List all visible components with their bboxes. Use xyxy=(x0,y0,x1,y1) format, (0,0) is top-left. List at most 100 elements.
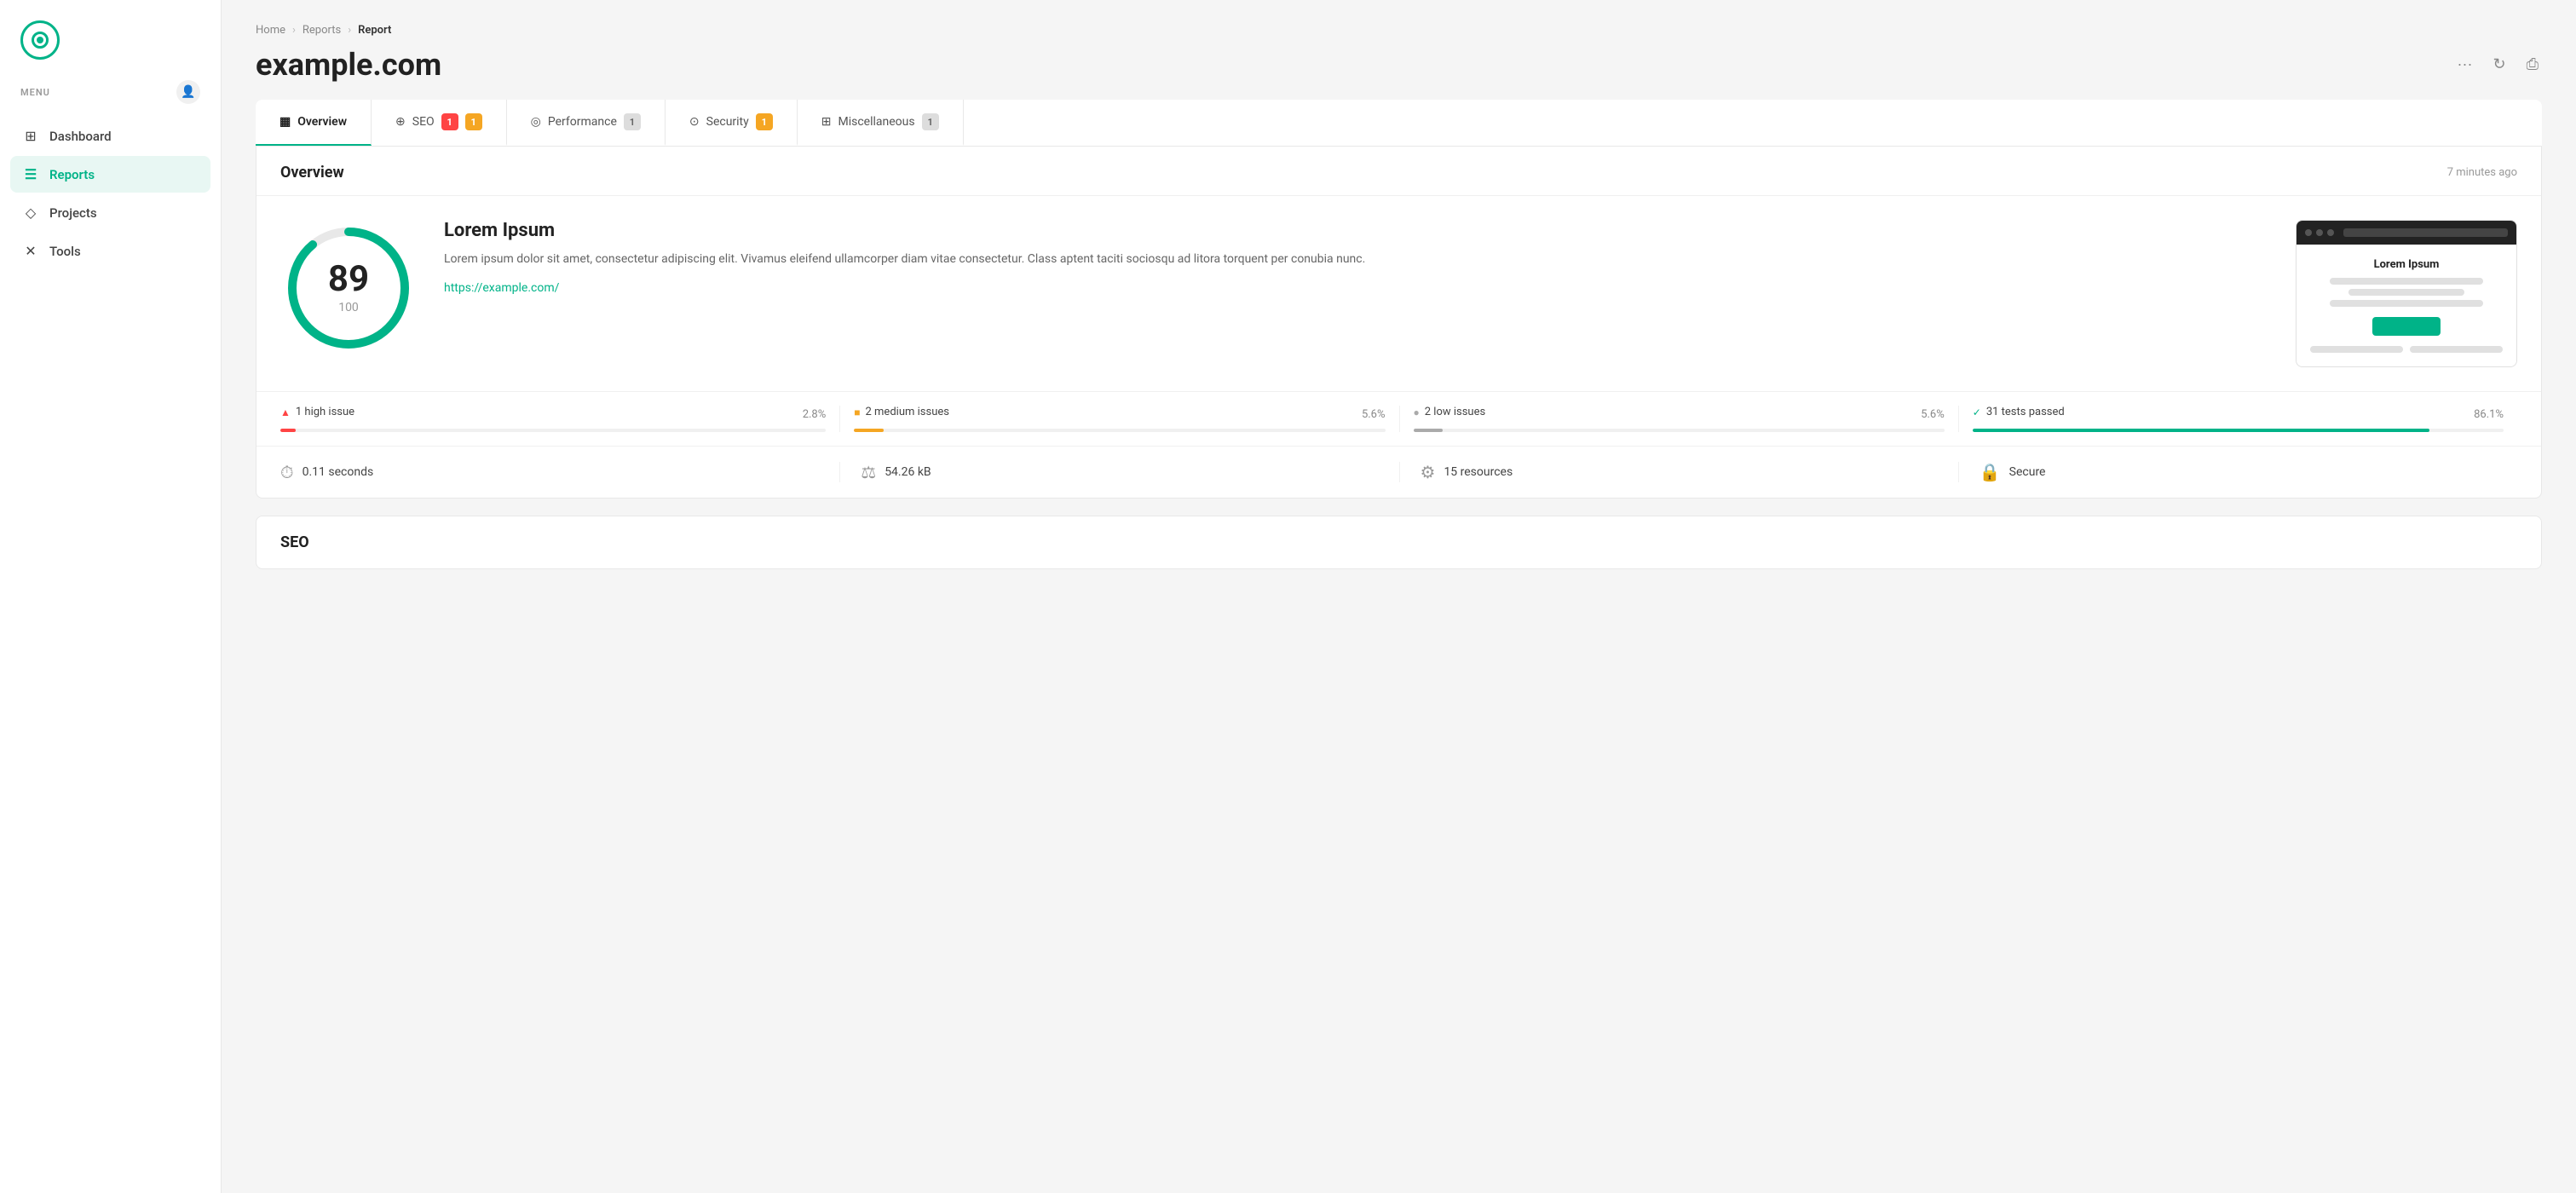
main-content: Home › Reports › Report example.com ··· … xyxy=(222,0,2576,1193)
low-issue-bar-fill xyxy=(1414,429,1444,432)
medium-issue-icon: ■ xyxy=(854,406,860,418)
overview-time: 7 minutes ago xyxy=(2447,166,2517,179)
passed-pct: 86.1% xyxy=(2474,408,2504,421)
refresh-button[interactable]: ↻ xyxy=(2490,52,2510,77)
high-issue-icon: ▲ xyxy=(280,406,291,418)
tab-performance[interactable]: ◎ Performance 1 xyxy=(507,100,666,146)
sidebar-item-label-dashboard: Dashboard xyxy=(49,129,112,144)
low-issue-label: ● 2 low issues xyxy=(1414,406,1486,418)
tools-icon: ✕ xyxy=(22,243,39,259)
medium-issue-pct: 5.6% xyxy=(1362,408,1386,421)
passed-icon: ✓ xyxy=(1973,406,1981,418)
dashboard-icon: ⊞ xyxy=(22,128,39,144)
logo xyxy=(0,0,221,73)
sidebar-item-label-tools: Tools xyxy=(49,244,81,259)
site-description: Lorem ipsum dolor sit amet, consectetur … xyxy=(444,250,2268,268)
preview-line-3 xyxy=(2330,300,2484,307)
issues-row: ▲ 1 high issue 2.8% ■ 2 medium issues 5.… xyxy=(256,391,2541,446)
medium-issue-text: 2 medium issues xyxy=(866,406,949,418)
security-badge: 1 xyxy=(756,113,773,130)
stat-size: ⚖ 54.26 kB xyxy=(839,462,1398,482)
high-issue-bar xyxy=(280,429,826,432)
overview-section-title: Overview xyxy=(280,164,344,182)
stat-size-value: 54.26 kB xyxy=(885,465,931,479)
sidebar: MENU 👤 ⊞ Dashboard ☰ Reports ◇ Projects … xyxy=(0,0,222,1193)
high-issue-pct: 2.8% xyxy=(803,408,827,421)
lock-icon: 🔒 xyxy=(1980,462,2001,482)
resources-icon: ⚙ xyxy=(1421,462,1436,482)
stat-resources-value: 15 resources xyxy=(1444,465,1513,479)
sidebar-item-label-reports: Reports xyxy=(49,167,95,182)
tab-overview[interactable]: ▦ Overview xyxy=(256,100,372,146)
sidebar-nav: ⊞ Dashboard ☰ Reports ◇ Projects ✕ Tools xyxy=(0,118,221,269)
score-max: 100 xyxy=(328,301,369,314)
timer-icon: ⏱ xyxy=(280,462,294,482)
low-issues: ● 2 low issues 5.6% xyxy=(1399,406,1958,432)
medium-issue-bar-fill xyxy=(854,429,884,432)
sidebar-item-projects[interactable]: ◇ Projects xyxy=(10,194,210,231)
preview-lines xyxy=(2310,278,2503,307)
stat-time-value: 0.11 seconds xyxy=(303,465,374,479)
breadcrumb: Home › Reports › Report xyxy=(256,24,2542,37)
passed-text: 31 tests passed xyxy=(1986,406,2065,418)
high-issue-label: ▲ 1 high issue xyxy=(280,406,354,418)
passed-label: ✓ 31 tests passed xyxy=(1973,406,2065,418)
seo-tab-icon: ⊕ xyxy=(395,115,406,129)
preview-footer-lines xyxy=(2310,346,2503,353)
sidebar-item-label-projects: Projects xyxy=(49,205,97,221)
preview-cta-button xyxy=(2372,317,2441,336)
performance-badge: 1 xyxy=(624,113,641,130)
overview-info: Lorem Ipsum Lorem ipsum dolor sit amet, … xyxy=(444,220,2268,295)
low-issue-pct: 5.6% xyxy=(1921,408,1945,421)
more-options-button[interactable]: ··· xyxy=(2454,52,2476,77)
overview-body: 89 100 Lorem Ipsum Lorem ipsum dolor sit… xyxy=(256,196,2541,391)
breadcrumb-reports[interactable]: Reports xyxy=(303,24,341,37)
preview-dot-3 xyxy=(2327,229,2334,236)
security-tab-label: Security xyxy=(706,115,749,129)
preview-dot-2 xyxy=(2316,229,2323,236)
content-card: Overview 7 minutes ago 89 100 Lorem Ipsu… xyxy=(256,147,2542,499)
sidebar-item-tools[interactable]: ✕ Tools xyxy=(10,233,210,269)
stat-resources: ⚙ 15 resources xyxy=(1399,462,1958,482)
passed-bar-fill xyxy=(1973,429,2430,432)
passed-bar xyxy=(1973,429,2504,432)
misc-tab-icon: ⊞ xyxy=(821,115,832,129)
misc-badge: 1 xyxy=(922,113,939,130)
overview-tab-icon: ▦ xyxy=(279,115,291,129)
logo-icon xyxy=(20,20,60,60)
preview-content: Lorem Ipsum xyxy=(2297,245,2516,366)
sidebar-menu-header: MENU 👤 xyxy=(0,73,221,118)
stat-time: ⏱ 0.11 seconds xyxy=(280,462,839,482)
stats-row: ⏱ 0.11 seconds ⚖ 54.26 kB ⚙ 15 resources… xyxy=(256,446,2541,498)
tab-miscellaneous[interactable]: ⊞ Miscellaneous 1 xyxy=(798,100,964,146)
size-icon: ⚖ xyxy=(861,462,876,482)
low-issue-bar xyxy=(1414,429,1945,432)
tab-security[interactable]: ⊙ Security 1 xyxy=(666,100,798,146)
tab-seo[interactable]: ⊕ SEO 1 1 xyxy=(372,100,507,146)
preview-dot-1 xyxy=(2305,229,2312,236)
site-name: Lorem Ipsum xyxy=(444,220,2268,241)
score-circle: 89 100 xyxy=(280,220,417,356)
sidebar-item-reports[interactable]: ☰ Reports xyxy=(10,156,210,193)
breadcrumb-home[interactable]: Home xyxy=(256,24,285,37)
site-preview: Lorem Ipsum xyxy=(2296,220,2517,367)
sidebar-item-dashboard[interactable]: ⊞ Dashboard xyxy=(10,118,210,154)
score-text: 89 100 xyxy=(328,262,369,314)
menu-label: MENU xyxy=(20,87,50,98)
print-button[interactable]: ⎙ xyxy=(2523,52,2542,77)
preview-line-1 xyxy=(2330,278,2484,285)
security-tab-icon: ⊙ xyxy=(689,115,700,129)
low-issue-icon: ● xyxy=(1414,406,1420,418)
user-avatar-icon[interactable]: 👤 xyxy=(176,80,200,104)
medium-issue-label: ■ 2 medium issues xyxy=(854,406,949,418)
logo-inner xyxy=(32,32,49,49)
high-issue-text: 1 high issue xyxy=(296,406,354,418)
tabs: ▦ Overview ⊕ SEO 1 1 ◎ Performance 1 ⊙ S… xyxy=(256,100,2542,147)
performance-tab-icon: ◎ xyxy=(531,115,541,129)
preview-footer-line-1 xyxy=(2310,346,2403,353)
stat-secure: 🔒 Secure xyxy=(1958,462,2517,482)
site-url[interactable]: https://example.com/ xyxy=(444,281,559,295)
seo-badge-yellow: 1 xyxy=(465,113,482,130)
high-issues: ▲ 1 high issue 2.8% xyxy=(280,406,839,432)
preview-title: Lorem Ipsum xyxy=(2310,258,2503,271)
